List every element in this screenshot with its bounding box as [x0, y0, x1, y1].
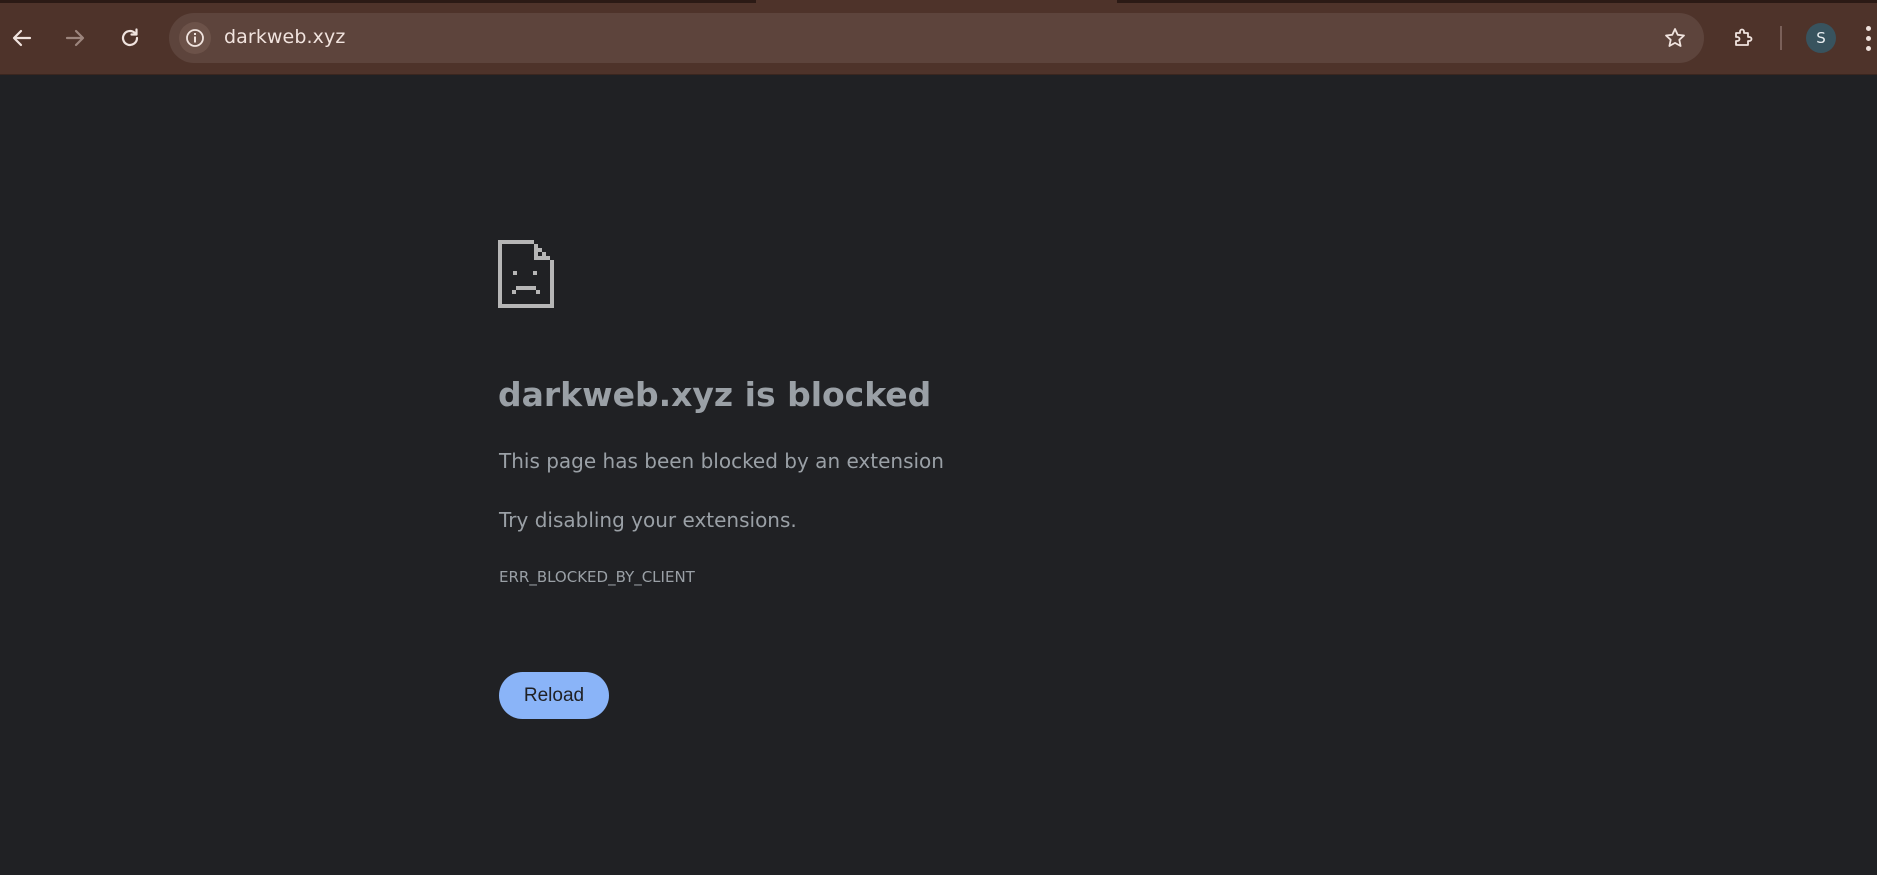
- site-info-button[interactable]: [179, 22, 211, 54]
- error-suggestion: Try disabling your extensions.: [499, 508, 797, 532]
- reload-icon: [121, 28, 139, 47]
- reload-page-button[interactable]: [111, 19, 149, 57]
- tab-strip-edge: [0, 0, 756, 3]
- browser-toolbar: darkweb.xyz S: [0, 0, 1877, 75]
- info-icon: [186, 29, 204, 47]
- forward-icon: [65, 29, 85, 47]
- back-icon: [12, 29, 32, 47]
- error-code: ERR_BLOCKED_BY_CLIENT: [499, 568, 695, 586]
- url-text[interactable]: darkweb.xyz: [224, 26, 345, 48]
- address-bar[interactable]: darkweb.xyz: [169, 13, 1704, 63]
- forward-button[interactable]: [56, 19, 94, 57]
- extensions-icon: [1735, 28, 1753, 46]
- tab-strip-edge: [1117, 0, 1877, 3]
- sad-page-icon: [498, 240, 554, 308]
- more-icon[interactable]: [1866, 22, 1877, 54]
- bookmark-button[interactable]: [1660, 23, 1690, 53]
- toolbar-divider: [1780, 26, 1782, 50]
- extensions-button[interactable]: [1724, 19, 1762, 57]
- error-message: This page has been blocked by an extensi…: [499, 449, 944, 473]
- reload-button[interactable]: Reload: [499, 672, 609, 719]
- star-icon: [1665, 28, 1685, 47]
- error-title: darkweb.xyz is blocked: [498, 375, 932, 414]
- back-button[interactable]: [3, 19, 41, 57]
- profile-avatar[interactable]: S: [1806, 23, 1836, 53]
